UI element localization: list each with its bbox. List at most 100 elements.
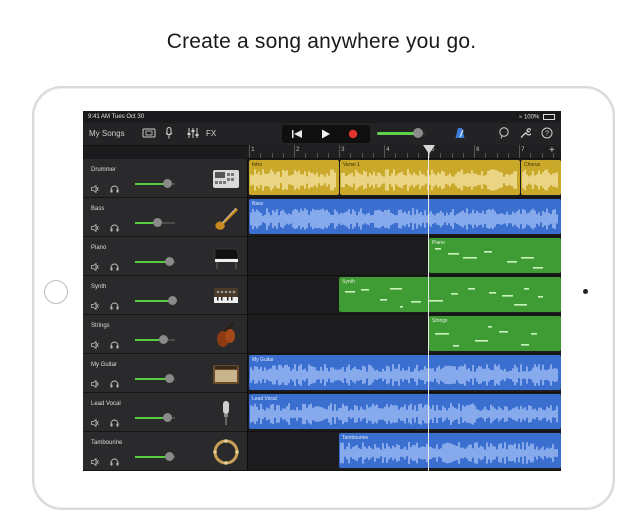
track-volume-slider[interactable] [135,452,175,461]
ruler-bar-number: 4 [386,146,390,153]
fx-button[interactable]: FX [206,129,216,138]
add-section-icon[interactable]: + [549,145,555,156]
master-volume-knob[interactable] [413,128,423,138]
amp-icon[interactable] [212,360,240,388]
track-header-lead-vocal[interactable]: Lead Vocal [83,393,248,432]
region-drummer-verse[interactable]: Verse 1 [340,160,520,195]
track-header-strings[interactable]: Strings [83,315,248,354]
master-volume-slider[interactable] [377,128,425,138]
track-header-bass[interactable]: Bass [83,198,248,237]
region-label: Strings [432,318,448,324]
track-header-my-guitar[interactable]: My Guitar [83,354,248,393]
region-piano[interactable]: Piano [429,238,561,273]
microphone-icon[interactable] [165,127,173,139]
track-volume-slider[interactable] [135,179,175,188]
track-volume-slider[interactable] [135,296,177,305]
go-to-start-icon[interactable] [290,128,304,140]
drum-machine-icon[interactable] [212,165,240,193]
track-volume-knob[interactable] [167,296,177,305]
headphones-icon[interactable] [110,414,119,427]
headphones-icon[interactable] [110,219,119,232]
region-strings[interactable]: Strings [429,316,561,351]
track-volume-slider[interactable] [135,218,175,227]
violin-icon[interactable] [212,321,240,349]
ruler-beat-tick [372,153,374,158]
track-volume-slider[interactable] [135,413,175,422]
mute-icon[interactable] [91,336,99,350]
region-drummer-intro[interactable]: Intro [249,160,339,195]
headphones-icon[interactable] [110,297,119,310]
track-header-tambourine[interactable]: Tambourine [83,432,248,471]
my-songs-button[interactable]: My Songs [89,129,125,138]
region-bass[interactable]: Bass [249,199,561,234]
settings-wrench-icon[interactable] [519,127,531,139]
lane-drummer: Intro Verse 1 Chorus [248,159,561,198]
mute-icon[interactable] [91,258,99,272]
headphones-icon[interactable] [110,336,119,349]
headphones-icon[interactable] [110,180,119,193]
headphones-icon[interactable] [110,258,119,271]
mute-icon[interactable] [91,375,99,389]
lane-guitar: My Guitar [248,354,561,393]
region-synth[interactable]: Synth [339,277,561,312]
region-drummer-chorus[interactable]: Chorus [521,160,561,195]
headphones-icon[interactable] [110,375,119,388]
region-vocal[interactable]: Lead Vocal [249,394,561,429]
track-volume-knob[interactable] [163,413,172,422]
track-volume-fill [135,456,169,458]
loop-browser-icon[interactable] [498,127,510,139]
track-volume-knob[interactable] [153,218,162,227]
grand-piano-icon[interactable] [212,243,240,271]
transport-controls [282,125,370,143]
mute-icon[interactable] [91,414,99,428]
playhead[interactable] [428,145,429,471]
mute-icon[interactable] [91,219,99,233]
track-volume-fill [135,261,169,263]
mixer-icon[interactable] [187,128,199,138]
record-icon[interactable] [346,128,360,140]
midi-notes [345,288,543,308]
waveform [340,442,558,464]
mute-icon[interactable] [91,453,99,467]
timeline-ruler[interactable]: 1234567 [248,145,561,159]
track-header-drummer[interactable]: Drummer [83,159,248,198]
ruler-beat-tick [462,153,464,158]
ruler-beat-tick [440,153,442,158]
region-guitar[interactable]: My Guitar [249,355,561,390]
track-volume-slider[interactable] [135,257,175,266]
track-volume-knob[interactable] [163,179,172,188]
svg-text:?: ? [545,131,549,138]
ruler-beat-tick [327,153,329,158]
help-icon[interactable]: ? [541,127,553,139]
region-tambourine[interactable]: Tambourine [339,433,561,468]
headline: Create a song anywhere you go. [166,30,477,53]
metronome-icon[interactable] [455,127,465,139]
ruler-beat-tick [361,153,363,158]
garageband-screen: 9:41 AM Tues Oct 30 ≈ 100% My Songs FX ?… [83,111,561,471]
track-header-piano[interactable]: Piano [83,237,248,276]
track-volume-knob[interactable] [165,452,174,461]
headphones-icon[interactable] [110,453,119,466]
track-header-synth[interactable]: Synth [83,276,248,315]
play-icon[interactable] [319,128,333,140]
ruler-bar-tick [474,145,475,158]
track-volume-slider[interactable] [135,335,175,344]
home-button[interactable] [44,280,68,304]
microphone-icon[interactable] [212,399,240,427]
browser-view-icon[interactable] [142,128,156,138]
track-volume-knob[interactable] [159,335,168,344]
mute-icon[interactable] [91,297,99,311]
track-volume-knob[interactable] [165,257,174,266]
playhead-handle[interactable] [423,145,435,154]
track-volume-slider[interactable] [135,374,175,383]
waveform [341,169,517,191]
lane-tambourine: Tambourine [248,432,561,471]
battery-text: 100% [523,114,540,121]
bass-guitar-icon[interactable] [212,204,240,232]
track-volume-fill [135,378,169,380]
track-volume-knob[interactable] [165,374,174,383]
synth-keyboard-icon[interactable] [212,282,240,310]
tambourine-icon[interactable] [212,438,240,466]
mute-icon[interactable] [91,180,99,194]
track-name: Tambourine [91,440,123,446]
